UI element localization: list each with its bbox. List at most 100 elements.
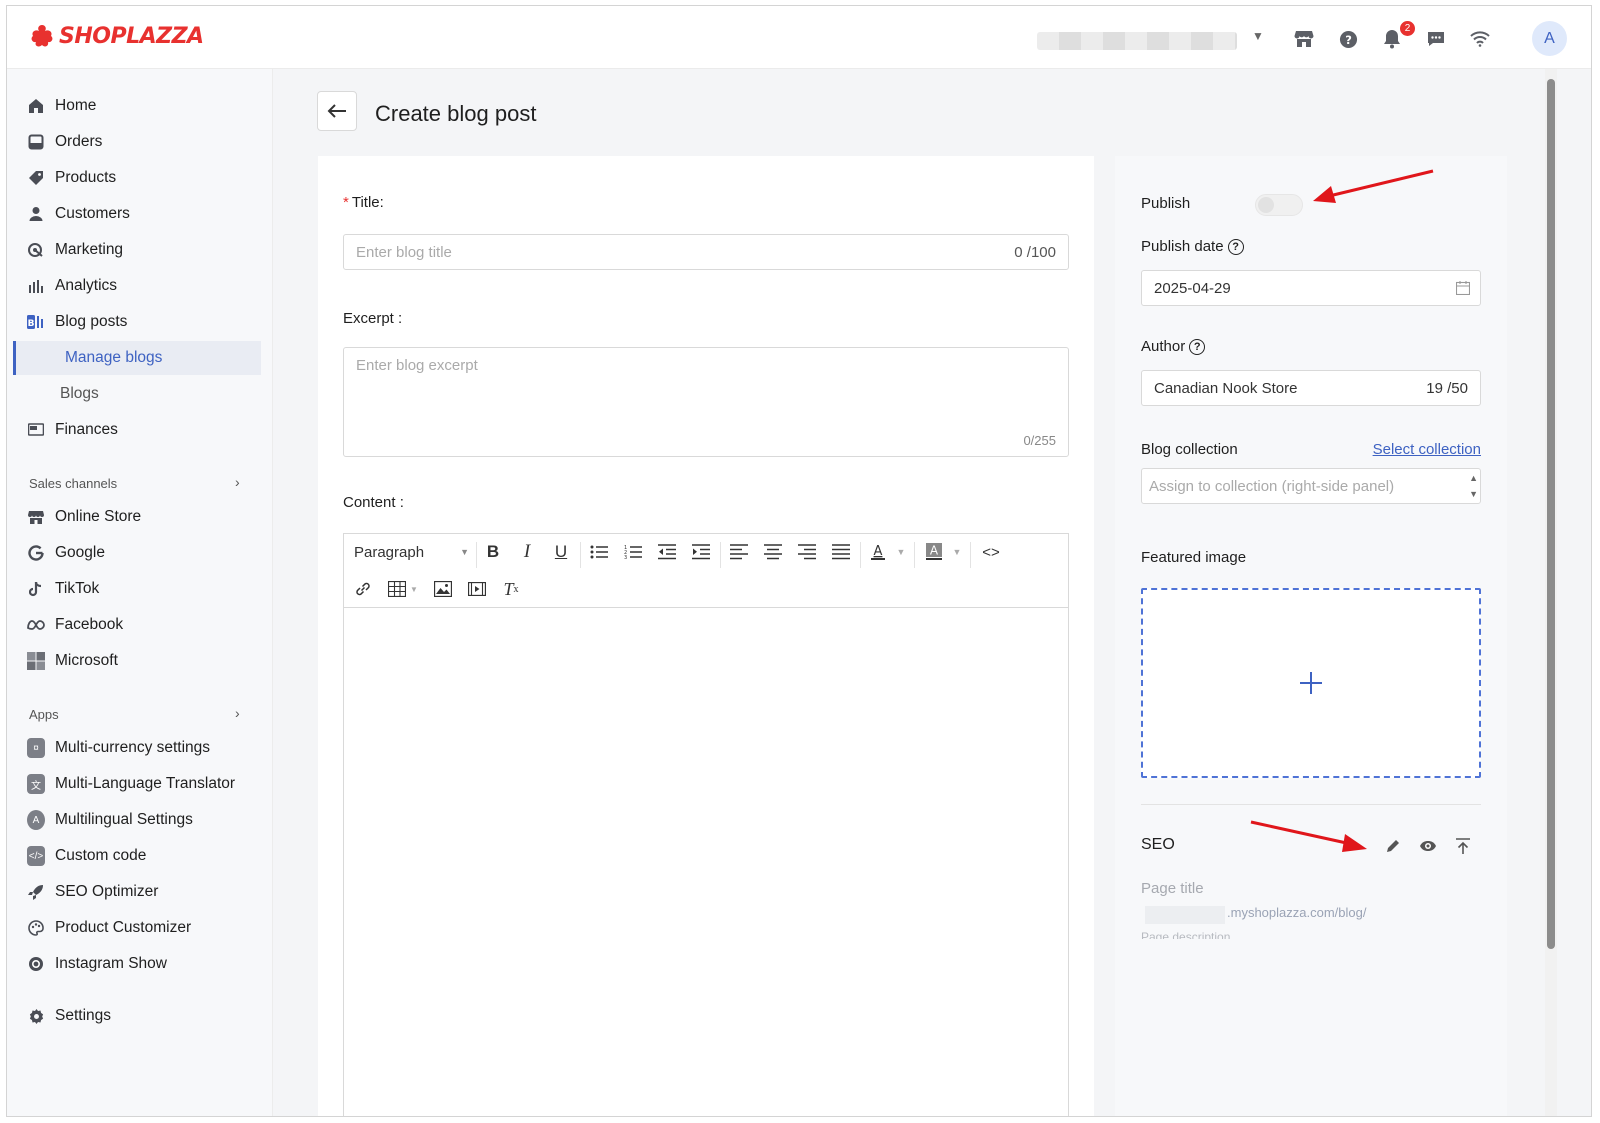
bold-icon[interactable]: B <box>482 541 504 563</box>
author-input[interactable]: Canadian Nook Store 19 /50 <box>1141 370 1481 406</box>
select-collection-link[interactable]: Select collection <box>1373 441 1481 458</box>
code-view-icon[interactable]: <> <box>980 541 1002 563</box>
scrollbar[interactable] <box>1545 69 1557 1116</box>
align-justify-icon[interactable] <box>830 541 852 563</box>
sidebar-item-manage-blogs[interactable]: Manage blogs <box>13 341 261 375</box>
video-icon[interactable] <box>466 578 488 600</box>
sidebar-item-label: Microsoft <box>55 652 118 669</box>
align-right-icon[interactable] <box>796 541 818 563</box>
sidebar-item-tiktok[interactable]: TikTok <box>7 572 273 606</box>
spinner-arrows-icon[interactable]: ▲ ▼ <box>1469 470 1478 502</box>
chevron-right-icon[interactable]: › <box>235 474 240 490</box>
blog-collection-label: Blog collection <box>1141 441 1238 458</box>
chevron-right-icon[interactable]: › <box>235 705 240 721</box>
sidebar-item-multilingual[interactable]: A Multilingual Settings <box>7 803 273 837</box>
sidebar-item-translator[interactable]: 文 Multi-Language Translator <box>7 767 273 801</box>
google-icon <box>27 544 45 562</box>
annotation-arrow <box>1313 169 1434 203</box>
help-icon[interactable]: ? <box>1189 339 1206 355</box>
logo-icon <box>31 25 53 47</box>
scrollbar-thumb[interactable] <box>1547 79 1555 949</box>
link-icon[interactable] <box>352 578 374 600</box>
sidebar-item-home[interactable]: Home <box>7 89 273 123</box>
sidebar-item-marketing[interactable]: Marketing <box>7 233 273 267</box>
post-form-card: * Title: Enter blog title 0 /100 Excerpt … <box>318 156 1094 1116</box>
excerpt-placeholder: Enter blog excerpt <box>356 357 478 374</box>
edit-icon[interactable] <box>1383 836 1403 856</box>
sidebar-item-label: Customers <box>55 205 130 222</box>
sidebar-item-instagram-show[interactable]: Instagram Show <box>7 947 273 981</box>
storefront-icon[interactable] <box>1293 28 1315 50</box>
outdent-icon[interactable] <box>656 541 678 563</box>
table-icon[interactable] <box>386 578 408 600</box>
help-icon[interactable]: ? <box>1227 239 1244 255</box>
sidebar-item-label: TikTok <box>55 580 100 597</box>
svg-text:B: B <box>28 319 35 329</box>
message-icon[interactable] <box>1425 28 1447 50</box>
numbered-list-icon[interactable]: 123 <box>622 541 644 563</box>
chevron-down-icon: ▼ <box>460 547 469 557</box>
indent-icon[interactable] <box>690 541 712 563</box>
sidebar-item-customers[interactable]: Customers <box>7 197 273 231</box>
shoplazza-logo[interactable]: SHOPLAZZA <box>29 23 204 49</box>
collection-select[interactable]: Assign to collection (right-side panel) … <box>1141 468 1481 504</box>
sidebar-item-products[interactable]: Products <box>7 161 273 195</box>
image-icon[interactable] <box>432 578 454 600</box>
font-color-icon[interactable]: A <box>868 541 888 563</box>
person-icon <box>27 205 45 223</box>
calendar-icon[interactable] <box>1455 281 1471 299</box>
sidebar-item-multi-currency[interactable]: ¤ Multi-currency settings <box>7 731 273 765</box>
chevron-down-icon[interactable]: ▼ <box>895 541 907 563</box>
publish-label: Publish <box>1141 195 1191 212</box>
avatar[interactable]: A <box>1532 21 1567 56</box>
sidebar-item-orders[interactable]: Orders <box>7 125 273 159</box>
align-center-icon[interactable] <box>762 541 784 563</box>
underline-icon[interactable]: U <box>550 541 572 563</box>
publish-date-input[interactable]: 2025-04-29 <box>1141 270 1481 306</box>
paragraph-select[interactable]: Paragraph ▼ <box>354 541 469 563</box>
sidebar-item-facebook[interactable]: Facebook <box>7 608 273 642</box>
sidebar-item-label: Product Customizer <box>55 919 192 936</box>
sidebar-item-online-store[interactable]: Online Store <box>7 500 273 534</box>
featured-image-upload[interactable] <box>1141 588 1481 778</box>
sidebar-item-label: Products <box>55 169 117 186</box>
clear-format-icon[interactable]: Tx <box>500 578 522 600</box>
svg-text:?: ? <box>1345 32 1352 46</box>
publish-date-value: 2025-04-29 <box>1154 280 1231 297</box>
sidebar-item-settings[interactable]: Settings <box>7 999 273 1033</box>
bullet-list-icon[interactable] <box>588 541 610 563</box>
toolbar-divider <box>720 542 721 568</box>
excerpt-textarea[interactable]: Enter blog excerpt 0/255 <box>343 347 1069 457</box>
eye-icon[interactable] <box>1418 836 1438 856</box>
annotation-arrow <box>1250 820 1367 852</box>
sidebar-item-analytics[interactable]: Analytics <box>7 269 273 303</box>
rocket-icon <box>27 883 45 901</box>
sidebar-item-label: Blogs <box>60 385 99 402</box>
sidebar-item-product-customizer[interactable]: Product Customizer <box>7 911 273 945</box>
chevron-down-icon[interactable]: ▼ <box>1252 29 1264 43</box>
sidebar-item-google[interactable]: Google <box>7 536 273 570</box>
chevron-down-icon[interactable]: ▼ <box>951 541 963 563</box>
sidebar-item-label: Multilingual Settings <box>55 811 193 828</box>
highlight-color-icon[interactable]: A <box>924 541 944 563</box>
upload-icon[interactable] <box>1453 836 1473 856</box>
back-button[interactable] <box>317 91 357 131</box>
sidebar-item-custom-code[interactable]: </> Custom code <box>7 839 273 873</box>
code-app-icon: </> <box>27 846 45 866</box>
store-selector[interactable] <box>1037 32 1237 50</box>
sidebar-item-microsoft[interactable]: Microsoft <box>7 644 273 678</box>
title-input[interactable]: Enter blog title 0 /100 <box>343 234 1069 270</box>
sidebar-item-label: Multi-Language Translator <box>55 775 236 792</box>
chevron-down-icon[interactable]: ▼ <box>408 578 420 600</box>
help-icon[interactable]: ? <box>1337 28 1359 50</box>
sidebar-item-blog-posts[interactable]: B Blog posts <box>7 305 273 339</box>
sidebar-item-label: Custom code <box>55 847 147 864</box>
sidebar-item-seo-optimizer[interactable]: SEO Optimizer <box>7 875 273 909</box>
sidebar-item-blogs[interactable]: Blogs <box>7 377 273 411</box>
sales-channels-heading: Sales channels <box>29 476 118 491</box>
sidebar-item-finances[interactable]: Finances <box>7 413 273 447</box>
wifi-icon[interactable] <box>1469 28 1491 50</box>
rich-text-editor: Paragraph ▼ B I U 123 A ▼ A ▼ <> ▼ T x <box>343 533 1069 1116</box>
align-left-icon[interactable] <box>728 541 750 563</box>
italic-icon[interactable]: I <box>516 541 538 563</box>
